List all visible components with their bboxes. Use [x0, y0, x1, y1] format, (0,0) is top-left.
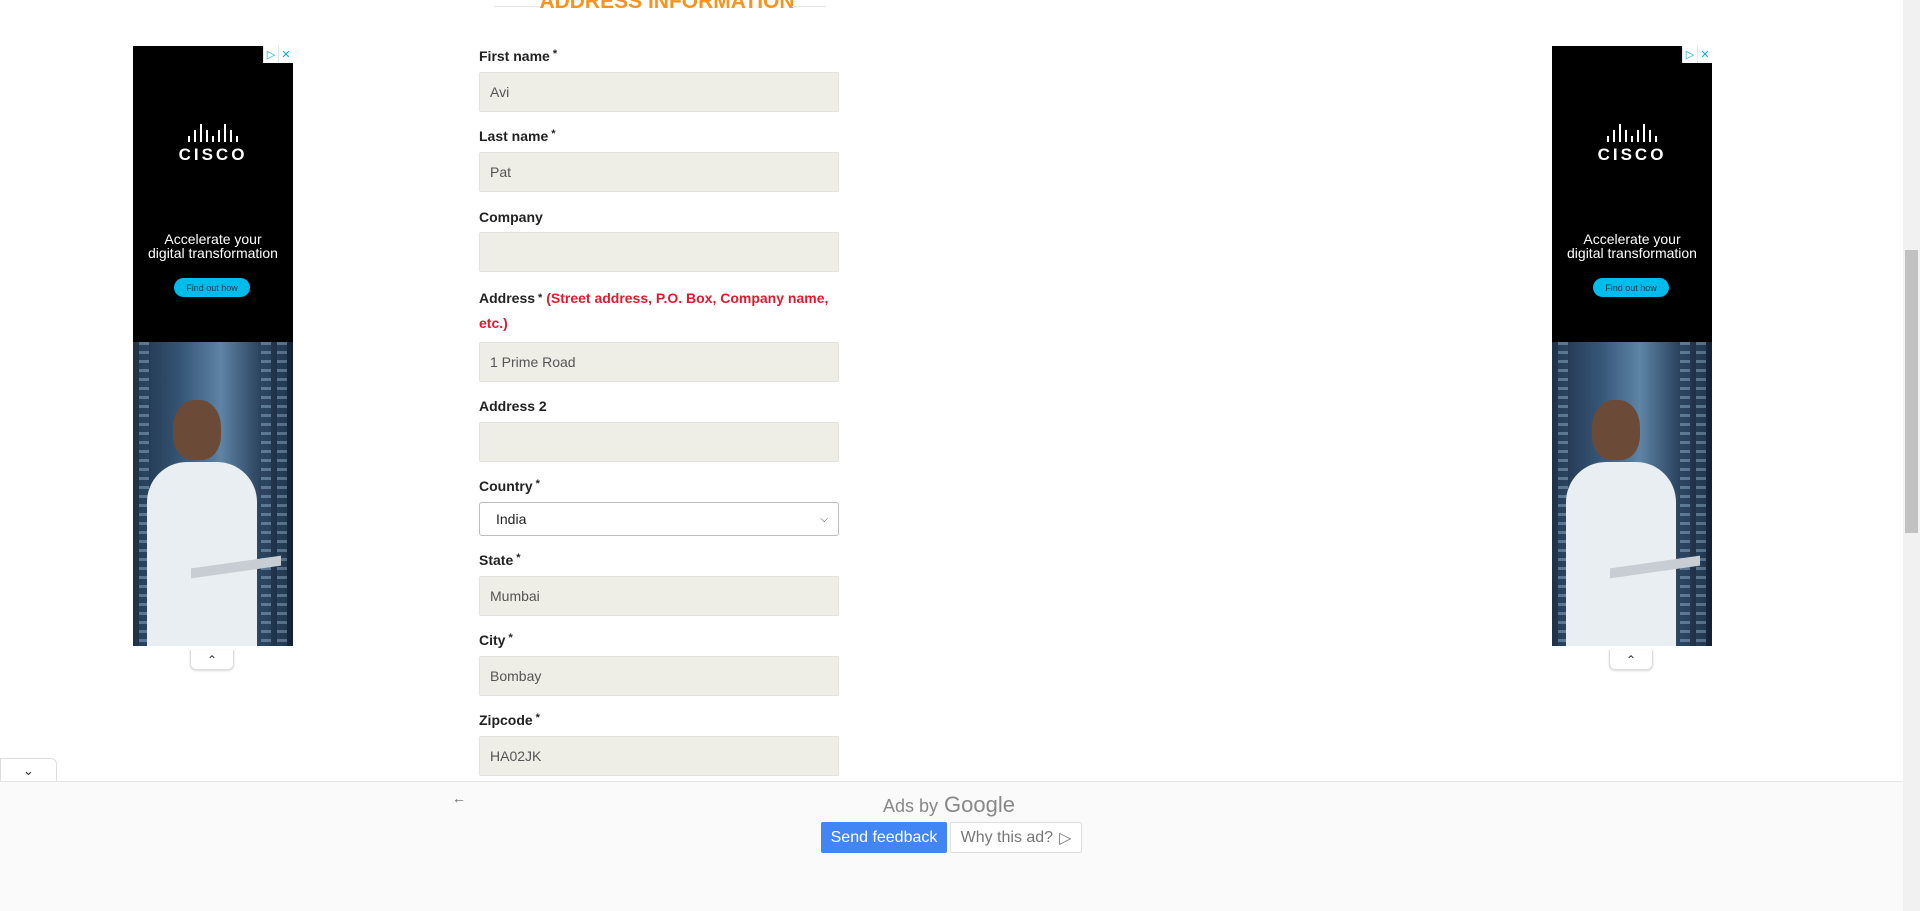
city-label-text: City	[479, 632, 506, 648]
section-header: ADDRESS INFORMATION	[480, 0, 840, 18]
ad-headline-line1: Accelerate your	[1583, 231, 1681, 247]
right-ad-collapse-button[interactable]: ⌃	[1609, 650, 1653, 670]
required-marker: *	[508, 632, 513, 644]
send-feedback-button[interactable]: Send feedback	[821, 822, 947, 853]
city-label: City *	[479, 632, 513, 648]
ad-choices[interactable]: ▷ ✕	[263, 46, 293, 63]
zipcode-label: Zipcode *	[479, 712, 540, 728]
address-label-text: Address	[479, 290, 536, 306]
ad-headline: Accelerate your digital transformation	[133, 232, 293, 260]
close-icon[interactable]: ✕	[1697, 46, 1712, 63]
arrow-left-icon[interactable]: ←	[452, 790, 466, 806]
bottom-ad-bar: ← Ads by Google Send feedback Why this a…	[0, 781, 1903, 911]
last-name-label: Last name *	[479, 128, 556, 144]
country-selected-value: India	[496, 511, 527, 527]
why-this-ad-button[interactable]: Why this ad? ▷	[950, 822, 1082, 853]
address-label: Address * (Street address, P.O. Box, Comp…	[479, 286, 841, 336]
chevron-down-icon: ⌵	[820, 513, 828, 525]
google-logo: Google	[944, 792, 1015, 817]
divider-right	[792, 6, 826, 7]
ad-photo	[1552, 342, 1712, 646]
required-marker: *	[535, 478, 540, 490]
brand-text: CISCO	[178, 145, 248, 164]
ad-photo	[133, 342, 293, 646]
required-marker: *	[538, 292, 543, 304]
address2-input[interactable]	[479, 422, 839, 462]
ad-choices[interactable]: ▷ ✕	[1682, 46, 1712, 63]
required-marker: *	[552, 48, 558, 60]
state-label-text: State	[479, 552, 514, 568]
scrollbar-thumb[interactable]	[1905, 250, 1918, 533]
cisco-bars-icon	[188, 124, 238, 142]
ad-headline-line1: Accelerate your	[164, 231, 262, 247]
address-input[interactable]	[479, 342, 839, 382]
zipcode-input[interactable]	[479, 736, 839, 776]
send-feedback-label: Send feedback	[830, 828, 938, 846]
left-side-ad[interactable]: ▷ ✕ CISCO Accelerate your digital transf…	[133, 46, 293, 646]
city-input[interactable]	[479, 656, 839, 696]
right-side-ad[interactable]: ▷ ✕ CISCO Accelerate your digital transf…	[1552, 46, 1712, 646]
why-this-ad-label: Why this ad?	[960, 828, 1054, 846]
ad-headline-line2: digital transformation	[1567, 245, 1697, 261]
country-select[interactable]: India ⌵	[479, 502, 839, 536]
chevron-down-icon: ⌄	[23, 762, 34, 778]
first-name-label: First name *	[479, 48, 557, 64]
address2-label: Address 2	[479, 398, 547, 414]
adchoices-play-icon[interactable]: ▷	[263, 46, 278, 63]
page-scrollbar[interactable]	[1903, 0, 1920, 911]
company-input[interactable]	[479, 232, 839, 272]
required-marker: *	[535, 712, 540, 724]
address2-label-text: Address 2	[479, 398, 547, 414]
last-name-input[interactable]	[479, 152, 839, 192]
close-icon[interactable]: ✕	[278, 46, 293, 63]
company-label: Company	[479, 209, 543, 225]
ad-headline-line2: digital transformation	[148, 245, 278, 261]
find-out-how-button[interactable]: Find out how	[1593, 278, 1669, 297]
required-marker: *	[516, 552, 521, 564]
adchoices-play-icon[interactable]: ▷	[1682, 46, 1697, 63]
state-input[interactable]	[479, 576, 839, 616]
cisco-logo: CISCO	[1552, 124, 1712, 165]
chevron-up-icon: ⌃	[206, 652, 218, 667]
ad-headline: Accelerate your digital transformation	[1552, 232, 1712, 260]
brand-text: CISCO	[1597, 145, 1667, 164]
first-name-input[interactable]	[479, 72, 839, 112]
left-ad-collapse-button[interactable]: ⌃	[190, 650, 234, 670]
cisco-logo: CISCO	[133, 124, 293, 165]
state-label: State *	[479, 552, 521, 568]
ads-by-text: Ads by	[883, 796, 939, 816]
country-label: Country *	[479, 478, 540, 494]
required-marker: *	[551, 128, 556, 140]
first-name-label-text: First name	[479, 48, 550, 64]
last-name-label-text: Last name	[479, 128, 549, 144]
company-label-text: Company	[479, 209, 543, 225]
ads-by-google: Ads by Google	[883, 792, 1015, 818]
adchoices-play-icon: ▷	[1059, 829, 1072, 847]
section-title: ADDRESS INFORMATION	[539, 0, 795, 13]
find-out-how-button[interactable]: Find out how	[174, 278, 250, 297]
cisco-bars-icon	[1607, 124, 1657, 142]
chevron-up-icon: ⌃	[1625, 652, 1637, 667]
zipcode-label-text: Zipcode	[479, 712, 533, 728]
country-label-text: Country	[479, 478, 533, 494]
bottom-ad-collapse-button[interactable]: ⌄	[0, 758, 57, 782]
